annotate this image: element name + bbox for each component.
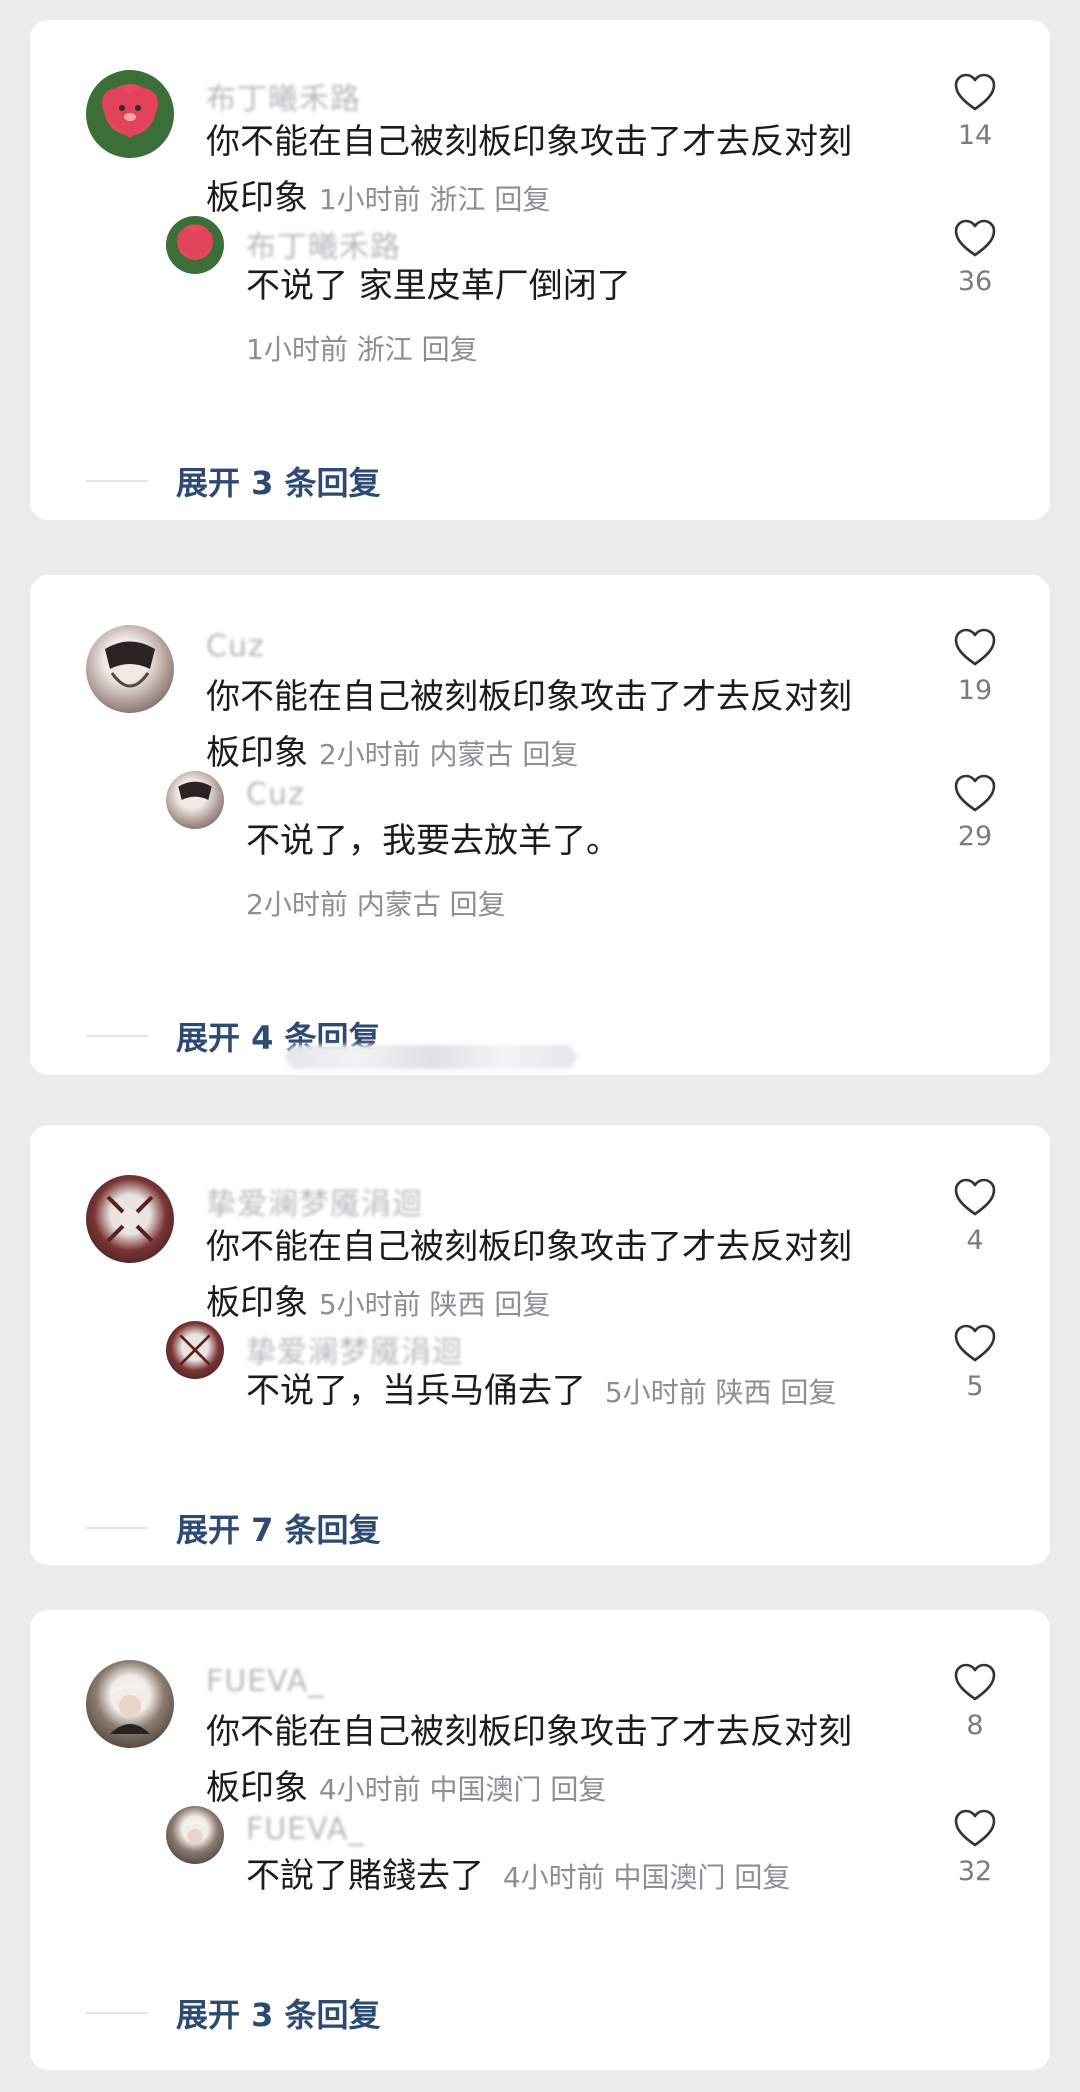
anime-avatar-icon [179, 1334, 211, 1366]
divider [86, 1035, 148, 1037]
reply-text-line: 不說了賭錢去了 4小时前 中国澳门 回复 [246, 1848, 790, 1906]
reply-meta[interactable]: 4小时前 中国澳门 回复 [503, 1861, 791, 1894]
reply-item: FUEVA_ 不說了賭錢去了 4小时前 中国澳门 回复 32 [166, 1806, 1010, 1896]
reply-meta[interactable]: 5小时前 陕西 回复 [605, 1376, 837, 1409]
like-count: 29 [957, 821, 993, 852]
like-count: 5 [966, 1371, 984, 1402]
like-button[interactable]: 36 [940, 218, 1010, 297]
like-button[interactable]: 14 [940, 72, 1010, 151]
heart-outline-icon [954, 73, 996, 111]
avatar[interactable] [86, 70, 174, 158]
like-count: 14 [957, 120, 993, 151]
divider [86, 480, 148, 482]
reply-text: 不说了，我要去放羊了。 [246, 821, 620, 861]
like-button[interactable]: 5 [940, 1323, 1010, 1402]
divider [86, 1527, 148, 1529]
comment-text: 你不能在自己被刻板印象攻击了才去反对刻 [206, 1712, 852, 1752]
heart-outline-icon [954, 774, 996, 812]
comment-text: 你不能在自己被刻板印象攻击了才去反对刻 [206, 677, 852, 717]
reply-text-line: 不说了，当兵马俑去了 5小时前 陕西 回复 [246, 1363, 836, 1421]
obscured-watermark [286, 1045, 576, 1069]
heart-outline-icon [954, 1324, 996, 1362]
like-button[interactable]: 32 [940, 1808, 1010, 1887]
divider [86, 2012, 148, 2014]
like-count: 8 [966, 1710, 984, 1741]
like-count: 4 [966, 1225, 984, 1256]
comment-list: 布丁曦禾路 你不能在自己被刻板印象攻击了才去反对刻 板印象 1小时前 浙江 回复… [0, 0, 1080, 2092]
like-count: 19 [957, 675, 993, 706]
comment-text: 你不能在自己被刻板印象攻击了才去反对刻 [206, 122, 852, 162]
reply-item: 挚爱澜梦魇涓迴 不说了，当兵马俑去了 5小时前 陕西 回复 5 [166, 1321, 1010, 1411]
expand-replies[interactable]: 展开 3 条回复 [86, 458, 381, 504]
reply-item: 布丁曦禾路 不说了 家里皮革厂倒闭了 1小时前 浙江 回复 36 [166, 216, 1010, 366]
person-avatar-icon [179, 1821, 211, 1844]
reply-text: 不说了，当兵马俑去了 [246, 1371, 586, 1411]
comment-text-cont: 板印象 [206, 1768, 308, 1808]
like-button[interactable]: 4 [940, 1177, 1010, 1256]
heart-outline-icon [954, 1809, 996, 1847]
comment-meta[interactable]: 1小时前 浙江 回复 [319, 183, 551, 216]
comment-thread: Cuz 你不能在自己被刻板印象攻击了才去反对刻 板印象 2小时前 内蒙古 回复 … [30, 575, 1050, 1075]
avatar[interactable] [166, 216, 224, 274]
heart-outline-icon [954, 628, 996, 666]
expand-replies-label[interactable]: 展开 7 条回复 [176, 1505, 381, 1551]
heart-plush-avatar-icon [177, 228, 213, 261]
comment-thread: 布丁曦禾路 你不能在自己被刻板印象攻击了才去反对刻 板印象 1小时前 浙江 回复… [30, 20, 1050, 520]
reply-text: 不說了賭錢去了 [246, 1856, 484, 1896]
comment-author[interactable]: FUEVA_ [206, 1664, 324, 1699]
comment-author[interactable]: 布丁曦禾路 [206, 74, 361, 118]
heart-outline-icon [954, 219, 996, 257]
avatar[interactable] [166, 771, 224, 829]
person-avatar-icon [106, 1683, 154, 1734]
avatar[interactable] [86, 625, 174, 713]
avatar[interactable] [166, 1806, 224, 1864]
comment-meta[interactable]: 2小时前 内蒙古 回复 [319, 738, 579, 771]
expand-replies-label[interactable]: 展开 3 条回复 [176, 458, 381, 504]
like-count: 32 [957, 1856, 993, 1887]
reply-item: Cuz 不说了，我要去放羊了。 2小时前 内蒙古 回复 29 [166, 771, 1010, 921]
like-button[interactable]: 29 [940, 773, 1010, 852]
comment-author[interactable]: Cuz [206, 629, 265, 664]
heart-plush-avatar-icon [102, 88, 158, 138]
anime-avatar-icon [106, 1195, 154, 1243]
heart-outline-icon [954, 1663, 996, 1701]
comment-text-cont: 板印象 [206, 1283, 308, 1323]
anime-avatar-icon [105, 641, 155, 688]
comment-text-cont: 板印象 [206, 178, 308, 218]
reply-meta[interactable]: 1小时前 浙江 回复 [246, 328, 478, 368]
reply-meta[interactable]: 2小时前 内蒙古 回复 [246, 883, 506, 923]
reply-text: 不说了 家里皮革厂倒闭了 [246, 266, 631, 306]
comment-meta[interactable]: 5小时前 陕西 回复 [319, 1288, 551, 1321]
avatar[interactable] [166, 1321, 224, 1379]
avatar[interactable] [86, 1660, 174, 1748]
comment-thread: 挚爱澜梦魇涓迴 你不能在自己被刻板印象攻击了才去反对刻 板印象 5小时前 陕西 … [30, 1125, 1050, 1565]
like-button[interactable]: 19 [940, 627, 1010, 706]
avatar[interactable] [86, 1175, 174, 1263]
comment-text-cont: 板印象 [206, 733, 308, 773]
anime-avatar-icon [178, 781, 212, 800]
expand-replies[interactable]: 展开 3 条回复 [86, 1990, 381, 2036]
comment-text: 你不能在自己被刻板印象攻击了才去反对刻 [206, 1227, 852, 1267]
reply-author[interactable]: FUEVA_ [246, 1812, 364, 1847]
comment-meta[interactable]: 4小时前 中国澳门 回复 [319, 1773, 607, 1806]
expand-replies[interactable]: 展开 7 条回复 [86, 1505, 381, 1551]
like-button[interactable]: 8 [940, 1662, 1010, 1741]
heart-outline-icon [954, 1178, 996, 1216]
comment-thread: FUEVA_ 你不能在自己被刻板印象攻击了才去反对刻 板印象 4小时前 中国澳门… [30, 1610, 1050, 2070]
like-count: 36 [957, 266, 993, 297]
expand-replies-label[interactable]: 展开 3 条回复 [176, 1990, 381, 2036]
reply-author[interactable]: Cuz [246, 777, 305, 812]
comment-author[interactable]: 挚爱澜梦魇涓迴 [206, 1179, 423, 1223]
